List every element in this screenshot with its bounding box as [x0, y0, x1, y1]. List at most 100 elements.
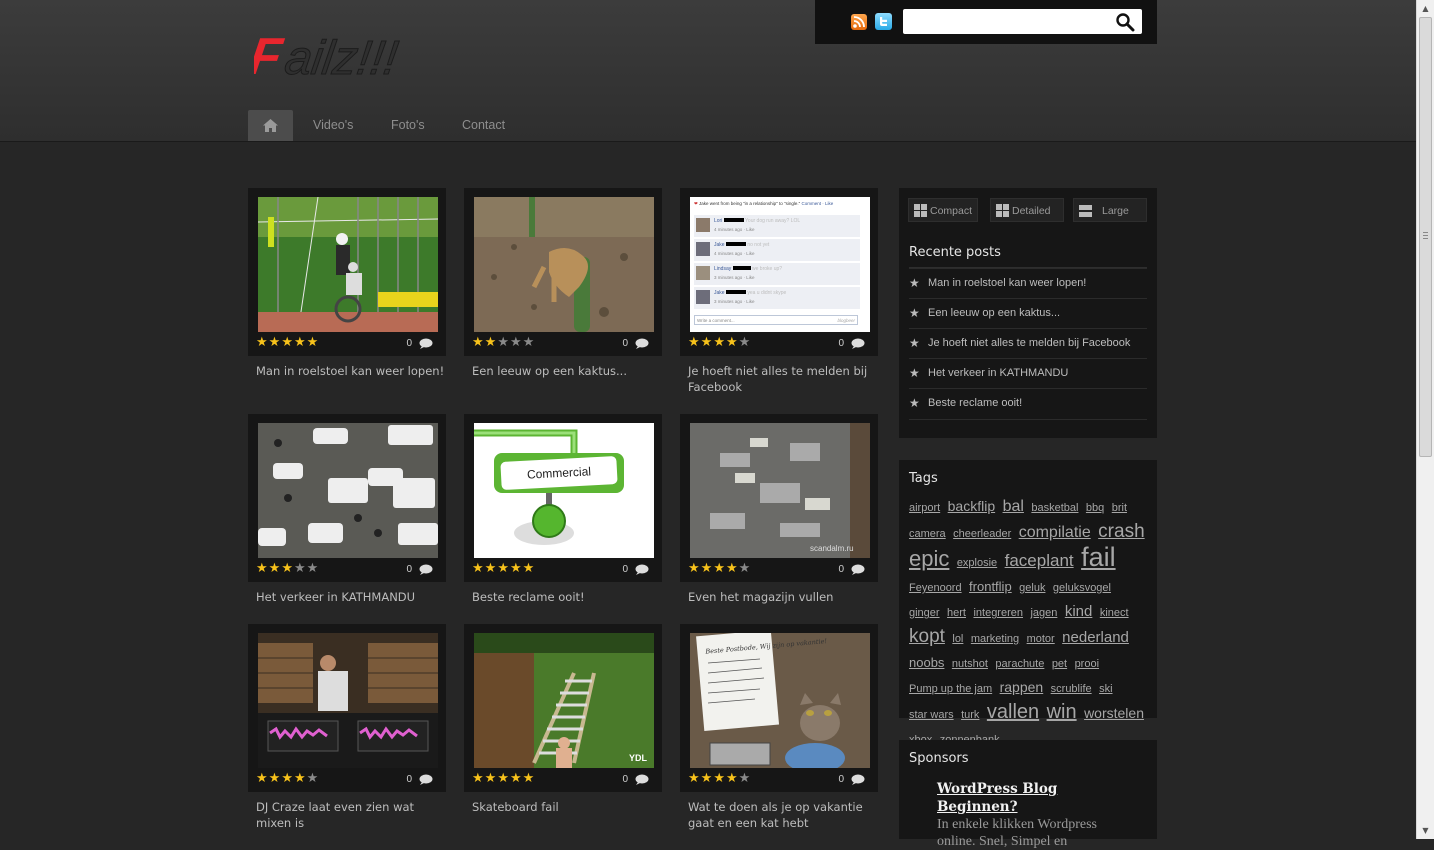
post-card[interactable]: Commercial ★ ★ ★ ★ ★ 0	[464, 414, 662, 582]
tag-link[interactable]: hert	[947, 607, 966, 619]
comment-icon[interactable]	[419, 338, 433, 349]
site-logo[interactable]: F ailz!!!	[254, 26, 429, 82]
post-title[interactable]: Wat te doen als je op vakantie gaat en e…	[688, 799, 878, 831]
star-icon[interactable]: ★	[269, 336, 281, 349]
star-icon[interactable]: ★	[294, 336, 306, 349]
comment-icon[interactable]	[851, 774, 865, 785]
post-title[interactable]: Even het magazijn vullen	[688, 589, 878, 605]
star-icon[interactable]: ★	[256, 562, 268, 575]
star-icon[interactable]: ★	[713, 772, 725, 785]
tag-link[interactable]: vallen	[987, 701, 1039, 723]
star-icon[interactable]: ★	[294, 772, 306, 785]
nav-videos[interactable]: Video's	[313, 118, 353, 132]
post-thumbnail[interactable]: Beste Postbode, Wij zijn op vakantie!	[690, 633, 870, 768]
nav-home[interactable]	[248, 110, 293, 141]
post-thumbnail[interactable]	[258, 197, 438, 332]
tag-link[interactable]: backflip	[948, 498, 995, 514]
rating-stars[interactable]: ★ ★ ★ ★ ★	[256, 562, 319, 575]
rating-stars[interactable]: ★ ★ ★ ★ ★	[472, 562, 535, 575]
comment-icon[interactable]	[419, 774, 433, 785]
sponsor-link[interactable]: WordPress Blog Beginnen?	[937, 780, 1087, 816]
tag-link[interactable]: bbq	[1086, 502, 1104, 514]
tag-link[interactable]: cheerleader	[953, 528, 1011, 540]
post-card[interactable]: ★ ★ ★ ★ ★ 0	[248, 414, 446, 582]
star-icon[interactable]: ★	[739, 562, 751, 575]
star-icon[interactable]: ★	[472, 336, 484, 349]
tag-link[interactable]: star wars	[909, 709, 954, 721]
tag-link[interactable]: Pump up the jam	[909, 683, 992, 695]
rating-stars[interactable]: ★ ★ ★ ★ ★	[472, 336, 535, 349]
view-detailed-button[interactable]: Detailed	[990, 198, 1064, 222]
post-title[interactable]: Beste reclame ooit!	[472, 589, 662, 605]
post-title[interactable]: DJ Craze laat even zien wat mixen is	[256, 799, 446, 831]
star-icon[interactable]: ★	[701, 336, 713, 349]
rss-icon[interactable]	[851, 14, 867, 30]
star-icon[interactable]: ★	[256, 336, 268, 349]
tag-link[interactable]: kinect	[1100, 607, 1129, 619]
scrollbar-thumb[interactable]	[1419, 17, 1432, 457]
post-title[interactable]: Het verkeer in KATHMANDU	[256, 589, 446, 605]
star-icon[interactable]: ★	[256, 772, 268, 785]
star-icon[interactable]: ★	[307, 336, 319, 349]
search-icon[interactable]	[1115, 12, 1135, 32]
page-scrollbar[interactable]: ▲ ▼	[1416, 0, 1434, 839]
star-icon[interactable]: ★	[485, 772, 497, 785]
tag-link[interactable]: motor	[1027, 633, 1055, 645]
tag-link[interactable]: lol	[952, 633, 963, 645]
nav-fotos[interactable]: Foto's	[391, 118, 425, 132]
star-icon[interactable]: ★	[739, 336, 751, 349]
post-card[interactable]: ★ ★ ★ ★ ★ 0	[464, 188, 662, 356]
star-icon[interactable]: ★	[713, 336, 725, 349]
tag-link[interactable]: turk	[961, 709, 979, 721]
search-input[interactable]	[903, 9, 1142, 34]
post-thumbnail[interactable]: ❤ Jake went from being "in a relationshi…	[690, 197, 870, 332]
tag-link[interactable]: fail	[1081, 542, 1116, 572]
tag-link[interactable]: ski	[1099, 683, 1112, 695]
tag-link[interactable]: compilatie	[1019, 524, 1091, 541]
star-icon[interactable]: ★	[281, 336, 293, 349]
scroll-down-arrow-icon[interactable]: ▼	[1417, 822, 1434, 839]
star-icon[interactable]: ★	[726, 562, 738, 575]
tag-link[interactable]: jagen	[1030, 607, 1057, 619]
tag-link[interactable]: explosie	[957, 557, 997, 569]
recent-post-item[interactable]: ★ Je hoeft niet alles te melden bij Faceb…	[909, 328, 1147, 359]
tag-link[interactable]: kind	[1065, 603, 1093, 620]
star-icon[interactable]: ★	[523, 336, 535, 349]
post-thumbnail[interactable]: Commercial	[474, 423, 654, 558]
recent-post-item[interactable]: ★ Beste reclame ooit!	[909, 388, 1147, 420]
tag-link[interactable]: frontflip	[969, 579, 1012, 594]
tag-link[interactable]: prooi	[1075, 658, 1099, 670]
star-icon[interactable]: ★	[281, 772, 293, 785]
star-icon[interactable]: ★	[294, 562, 306, 575]
star-icon[interactable]: ★	[281, 562, 293, 575]
tag-link[interactable]: parachute	[995, 658, 1044, 670]
post-thumbnail[interactable]	[258, 633, 438, 768]
star-icon[interactable]: ★	[688, 336, 700, 349]
tag-link[interactable]: geluk	[1019, 582, 1045, 594]
post-title[interactable]: Je hoeft niet alles te melden bij Facebo…	[688, 363, 878, 395]
star-icon[interactable]: ★	[307, 562, 319, 575]
post-card[interactable]: YDL ★ ★ ★ ★ ★ 0	[464, 624, 662, 792]
star-icon[interactable]: ★	[523, 562, 535, 575]
star-icon[interactable]: ★	[485, 562, 497, 575]
star-icon[interactable]: ★	[269, 772, 281, 785]
star-icon[interactable]: ★	[726, 336, 738, 349]
twitter-icon[interactable]	[875, 13, 892, 30]
tag-link[interactable]: win	[1047, 701, 1077, 723]
tag-link[interactable]: airport	[909, 502, 940, 514]
tag-link[interactable]: marketing	[971, 633, 1019, 645]
tag-link[interactable]: crash	[1098, 521, 1144, 542]
rating-stars[interactable]: ★ ★ ★ ★ ★	[688, 336, 751, 349]
comment-icon[interactable]	[635, 564, 649, 575]
star-icon[interactable]: ★	[510, 336, 522, 349]
tag-link[interactable]: rappen	[1000, 679, 1044, 695]
rating-stars[interactable]: ★ ★ ★ ★ ★	[688, 772, 750, 785]
comment-icon[interactable]	[419, 564, 433, 575]
star-icon[interactable]: ★	[688, 562, 700, 575]
post-title[interactable]: Een leeuw op een kaktus...	[472, 363, 662, 379]
recent-post-item[interactable]: ★ Een leeuw op een kaktus...	[909, 298, 1147, 329]
post-thumbnail[interactable]: YDL	[474, 633, 654, 768]
tag-link[interactable]: nederland	[1062, 629, 1129, 646]
star-icon[interactable]: ★	[472, 562, 484, 575]
tag-link[interactable]: camera	[909, 528, 946, 540]
